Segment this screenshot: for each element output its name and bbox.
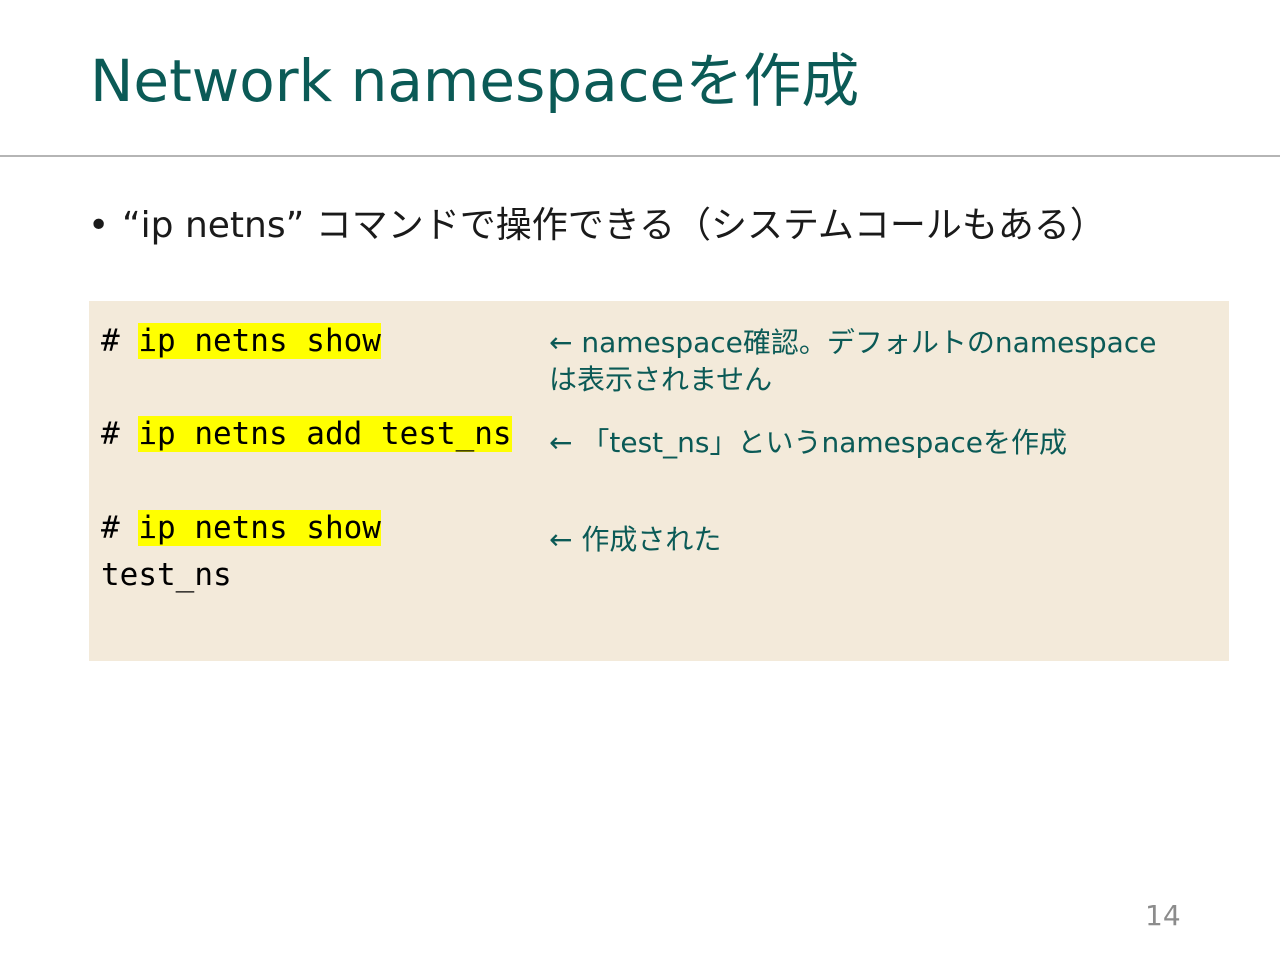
annotation-2: ← 「test_ns」というnamespaceを作成 — [549, 426, 1068, 459]
annotation-1-line-1: ← namespace確認。デフォルトのnamespace — [549, 326, 1157, 359]
bullet-item: • “ip netns” コマンドで操作できる（システムコールもある） — [88, 200, 1106, 252]
highlighted-command: ip netns add test_ns — [138, 416, 512, 452]
prompt-symbol: # — [101, 416, 139, 452]
title-divider — [0, 155, 1280, 157]
page-number: 14 — [1145, 899, 1181, 932]
code-block: # ip netns show ← namespace確認。デフォルトのname… — [89, 301, 1229, 661]
prompt-symbol: # — [101, 323, 139, 359]
bullet-text: “ip netns” コマンドで操作できる（システムコールもある） — [122, 205, 1106, 246]
prompt-symbol: # — [101, 510, 139, 546]
command-output: test_ns — [101, 557, 232, 593]
annotation-1-line-2: は表示されません — [549, 363, 773, 396]
code-line-3: # ip netns show — [101, 508, 381, 548]
code-line-1: # ip netns show — [101, 321, 381, 361]
highlighted-command: ip netns show — [138, 323, 381, 359]
bullet-marker: • — [88, 205, 110, 246]
code-line-2: # ip netns add test_ns — [101, 414, 512, 454]
annotation-3: ← 作成された — [549, 523, 722, 556]
highlighted-command: ip netns show — [138, 510, 381, 546]
slide-title: Network namespaceを作成 — [90, 47, 860, 115]
